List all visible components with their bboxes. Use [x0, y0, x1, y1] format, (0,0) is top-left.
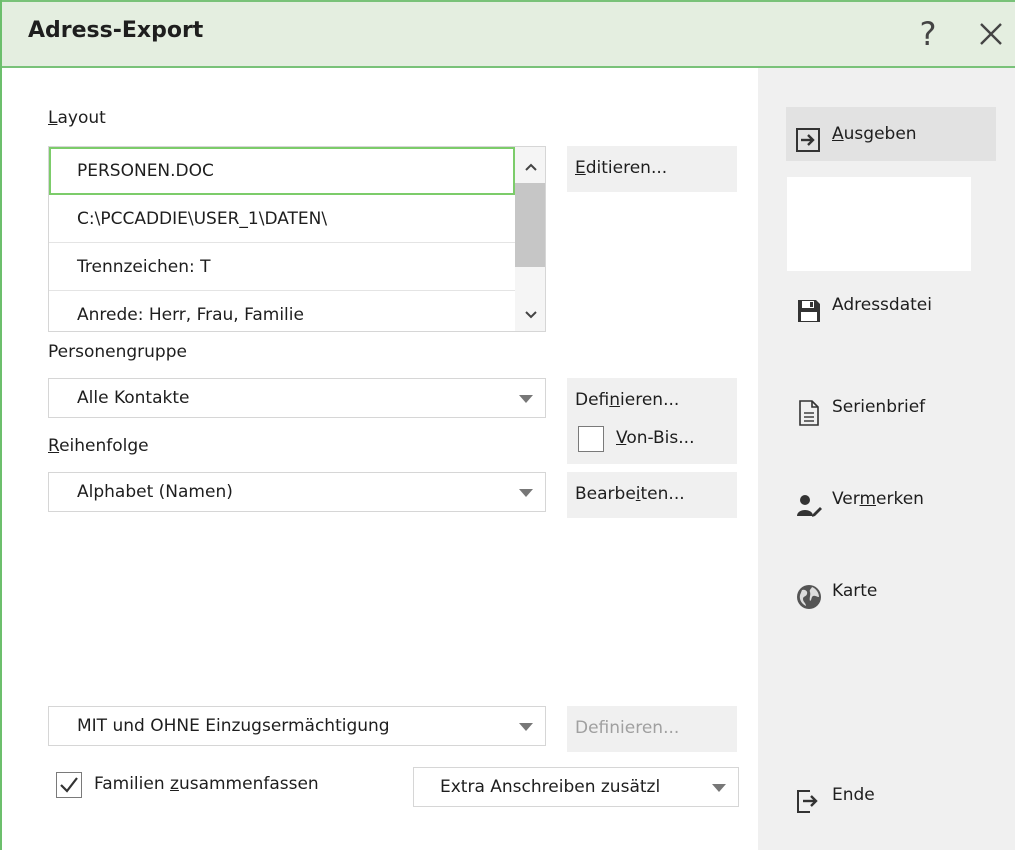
list-item[interactable]: Anrede: Herr, Frau, Familie [49, 291, 515, 331]
personengruppe-label: Personengruppe [48, 342, 187, 362]
personengruppe-value: Alle Kontakte [77, 388, 190, 408]
bearbeiten-button[interactable]: Bearbeiten... [567, 472, 737, 518]
reihenfolge-label: Reihenfolge [48, 436, 149, 456]
close-icon[interactable] [968, 12, 1012, 56]
window-title: Adress-Export [28, 18, 204, 43]
reihenfolge-select[interactable]: Alphabet (Namen) [48, 472, 546, 512]
list-item[interactable]: Trennzeichen: T [49, 243, 515, 291]
reihenfolge-value: Alphabet (Namen) [77, 482, 233, 502]
list-item[interactable]: C:\PCCADDIE\USER_1\DATEN\ [49, 195, 515, 243]
listbox-scrollbar[interactable] [515, 147, 545, 331]
ausgeben-button[interactable]: Ausgeben [786, 107, 996, 161]
dropdown-arrow-icon [519, 395, 533, 403]
dropdown-arrow-icon [519, 489, 533, 497]
serienbrief-button[interactable]: Serienbrief [786, 380, 996, 434]
scroll-up-icon[interactable] [515, 153, 545, 183]
title-bar: Adress-Export ? [2, 0, 1015, 68]
scroll-down-icon[interactable] [515, 301, 545, 331]
definieren-button[interactable]: Definieren... [575, 390, 679, 410]
definieren-disabled-button: Definieren... [567, 706, 737, 752]
karte-button[interactable]: Karte [786, 564, 996, 618]
scrollbar-thumb[interactable] [515, 183, 545, 267]
von-bis-checkbox[interactable] [578, 426, 604, 452]
extra-anschreiben-select[interactable]: Extra Anschreiben zusätzl [413, 767, 739, 807]
preview-area [787, 177, 971, 271]
save-disk-icon [796, 292, 822, 322]
dialog-window: Adress-Export ? Layout PERSONEN.DOC C:\P… [0, 0, 1015, 850]
personengruppe-select[interactable]: Alle Kontakte [48, 378, 546, 418]
ende-button[interactable]: Ende [786, 768, 996, 822]
layout-label: Layout [48, 108, 106, 128]
vermerken-button[interactable]: Vermerken [786, 472, 996, 526]
exit-icon [796, 782, 822, 813]
checkmark-icon [60, 777, 78, 793]
von-bis-label: Von-Bis... [616, 428, 695, 448]
document-icon [796, 394, 822, 426]
dropdown-arrow-icon [712, 784, 726, 792]
help-icon[interactable]: ? [908, 12, 948, 56]
list-item-selected[interactable]: PERSONEN.DOC [49, 147, 515, 195]
editieren-button[interactable]: Editieren... [567, 146, 737, 192]
familien-label: Familien zusammenfassen [94, 774, 319, 794]
globe-icon [796, 578, 822, 609]
familien-checkbox[interactable] [56, 772, 82, 798]
extra-anschreiben-value: Extra Anschreiben zusätzl [440, 777, 661, 797]
einzug-select[interactable]: MIT und OHNE Einzugsermächtigung [48, 706, 546, 746]
user-edit-icon [796, 486, 822, 517]
dropdown-arrow-icon [519, 723, 533, 731]
einzug-value: MIT und OHNE Einzugsermächtigung [77, 716, 390, 736]
export-arrow-icon [796, 121, 822, 152]
layout-listbox[interactable]: PERSONEN.DOC C:\PCCADDIE\USER_1\DATEN\ T… [48, 146, 546, 332]
adressdatei-button[interactable]: Adressdatei [786, 278, 996, 332]
